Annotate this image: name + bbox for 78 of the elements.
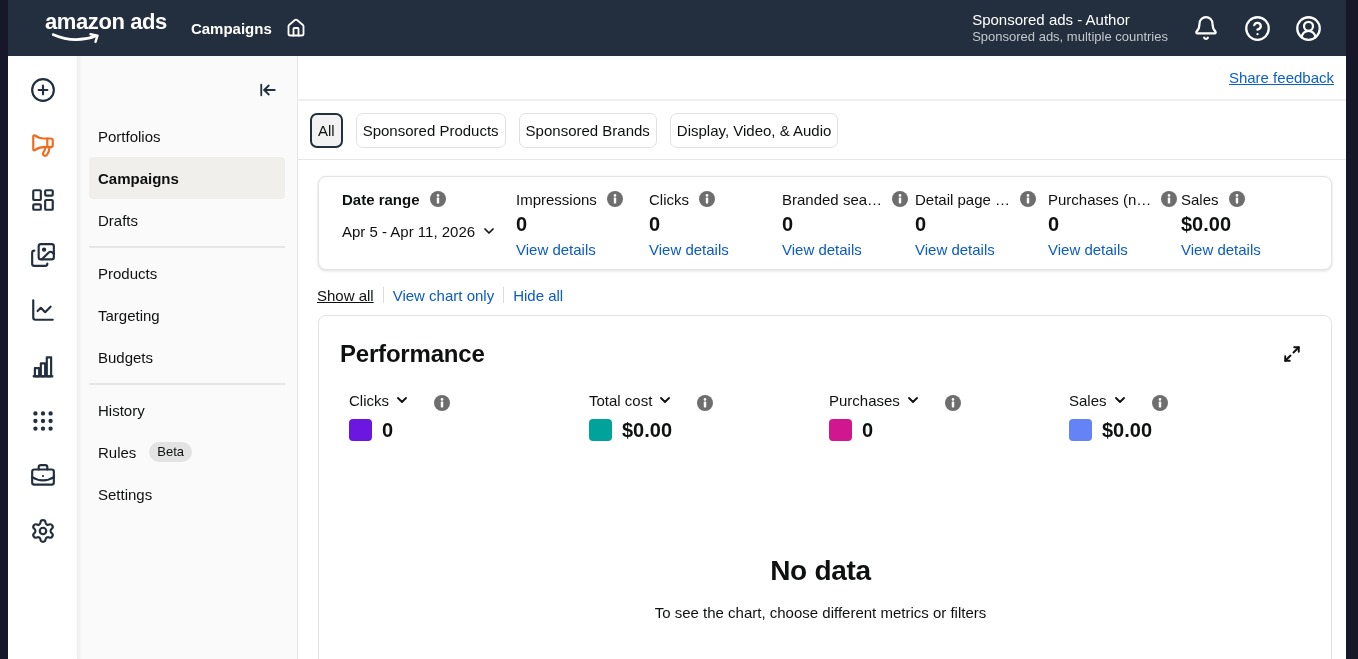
line-chart-icon[interactable]: [29, 297, 56, 324]
empty-state-title: No data: [770, 554, 871, 588]
briefcase-icon[interactable]: [29, 462, 56, 489]
metric-value: 0: [649, 212, 662, 237]
info-icon[interactable]: [699, 191, 715, 207]
home-icon[interactable]: [285, 18, 306, 38]
info-icon[interactable]: [1228, 191, 1245, 207]
info-icon[interactable]: [697, 394, 714, 411]
nav-item[interactable]: Drafts: [89, 199, 285, 241]
metric-dropdown[interactable]: Purchases: [829, 391, 921, 409]
nav-item[interactable]: Campaigns: [89, 157, 285, 199]
metric-label: Detail page …: [915, 190, 1011, 208]
metric-label: Clicks: [649, 190, 689, 208]
nav-item[interactable]: Products: [89, 252, 285, 294]
nav-item[interactable]: Settings: [89, 473, 285, 515]
filter-tab[interactable]: Sponsored Brands: [518, 112, 657, 148]
view-option-link[interactable]: View chart only: [392, 286, 495, 304]
metric-value: $0.00: [1102, 418, 1153, 443]
metric-value: 0: [382, 418, 394, 443]
view-details-link[interactable]: View details: [915, 239, 995, 261]
view-details-link[interactable]: View details: [1048, 239, 1128, 261]
nav-item[interactable]: History: [89, 389, 285, 431]
share-feedback-link[interactable]: Share feedback: [1228, 69, 1334, 86]
metric-label: Branded sea…: [782, 190, 883, 208]
metric-value: 0: [862, 418, 874, 443]
filter-tab[interactable]: Sponsored Products: [355, 112, 506, 148]
view-details-link[interactable]: View details: [516, 239, 596, 261]
megaphone-icon[interactable]: [29, 131, 56, 158]
metric-value: 0: [1048, 212, 1061, 237]
info-icon[interactable]: [944, 394, 961, 411]
notification-bell-icon[interactable]: [1193, 15, 1219, 41]
metric-value: 0: [915, 212, 928, 237]
help-icon[interactable]: [1244, 14, 1271, 42]
metric-value: 0: [516, 212, 529, 237]
add-icon[interactable]: [29, 76, 56, 103]
date-range-label: Date range: [342, 190, 420, 208]
dashboard-icon[interactable]: [29, 186, 56, 213]
info-icon[interactable]: [1151, 394, 1168, 411]
metric-label: Impressions: [516, 190, 597, 208]
info-icon[interactable]: [892, 191, 909, 207]
nav-item[interactable]: Portfolios: [89, 115, 285, 157]
smile-arrow-icon: [52, 32, 102, 43]
section-title[interactable]: Campaigns: [190, 19, 272, 37]
view-details-link[interactable]: View details: [1181, 239, 1261, 261]
metric-label: Sales: [1181, 190, 1219, 208]
info-icon[interactable]: [429, 191, 446, 207]
metric-value: $0.00: [622, 418, 673, 443]
expand-icon[interactable]: [1283, 345, 1301, 363]
view-details-link[interactable]: View details: [782, 239, 862, 261]
metric-dropdown[interactable]: Sales: [1069, 391, 1128, 409]
view-details-link[interactable]: View details: [649, 239, 729, 261]
settings-icon[interactable]: [29, 518, 56, 545]
info-icon[interactable]: [1020, 191, 1037, 207]
view-option-link[interactable]: Show all: [317, 286, 374, 304]
account-detail: Sponsored ads, multiple countries: [972, 29, 1168, 45]
images-icon[interactable]: [29, 242, 56, 269]
nav-item[interactable]: Budgets: [89, 336, 285, 378]
account-name[interactable]: Sponsored ads - Author: [972, 11, 1168, 29]
user-account-icon[interactable]: [1295, 14, 1322, 42]
info-icon[interactable]: [434, 394, 450, 411]
nav-item[interactable]: Rules Beta: [89, 431, 285, 473]
logo-text[interactable]: amazon ads: [45, 9, 167, 34]
metric-dropdown[interactable]: Total cost: [589, 391, 674, 409]
filter-tab[interactable]: All: [310, 112, 343, 148]
nav-item[interactable]: Targeting: [89, 294, 285, 336]
filter-tab[interactable]: Display, Video, & Audio: [669, 112, 839, 148]
performance-title: Performance: [340, 340, 485, 368]
metric-value: $0.00: [1181, 212, 1233, 237]
view-option-link[interactable]: Hide all: [513, 286, 564, 304]
status-badge: Beta: [149, 442, 193, 462]
collapse-panel-icon[interactable]: [259, 81, 277, 99]
metric-dropdown[interactable]: Clicks: [349, 391, 410, 409]
info-icon[interactable]: [1161, 191, 1178, 207]
date-range-dropdown[interactable]: Apr 5 - Apr 11, 2026: [342, 221, 498, 241]
metric-label: Purchases (n…: [1048, 190, 1152, 208]
metric-value: 0: [782, 212, 795, 237]
info-icon[interactable]: [606, 191, 623, 207]
empty-state-message: To see the chart, choose different metrics or filters: [654, 603, 987, 623]
